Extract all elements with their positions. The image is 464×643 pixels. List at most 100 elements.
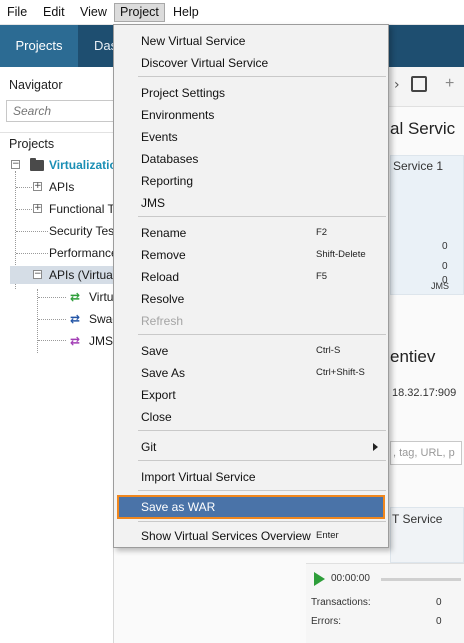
services-search-input[interactable]: , tag, URL, p bbox=[390, 441, 462, 465]
menu-item-label: Discover Virtual Service bbox=[141, 56, 269, 70]
expand-icon[interactable]: + bbox=[33, 204, 42, 213]
menu-item-label: Events bbox=[141, 130, 178, 144]
tree-item-functional-tests[interactable]: + Functional T bbox=[0, 200, 115, 218]
menu-view[interactable]: View bbox=[80, 4, 107, 23]
navigator-search-input[interactable] bbox=[6, 100, 114, 122]
menu-separator bbox=[138, 216, 386, 217]
menu-item-project-settings[interactable]: Project Settings bbox=[115, 82, 387, 104]
menu-shortcut: F2 bbox=[316, 227, 328, 238]
save-icon[interactable] bbox=[411, 76, 427, 92]
tree-item-label: Functional T bbox=[49, 202, 115, 216]
menu-item-reporting[interactable]: Reporting bbox=[115, 170, 387, 192]
jms-service-icon: ⇄ bbox=[70, 334, 81, 348]
search-hint: , tag, URL, p bbox=[393, 447, 455, 459]
menu-item-save[interactable]: Save Ctrl-S bbox=[115, 340, 387, 362]
tree-item-apis-virtual[interactable]: − APIs (Virtua bbox=[10, 266, 114, 284]
user-name: entiev bbox=[390, 347, 436, 366]
tree-item-label: Performance bbox=[49, 246, 118, 260]
menu-separator bbox=[138, 76, 386, 77]
menu-item-discover-virtual-service[interactable]: Discover Virtual Service bbox=[115, 52, 387, 74]
menu-item-show-virtual-services-overview[interactable]: Show Virtual Services Overview Enter bbox=[115, 525, 387, 547]
menu-item-label: Databases bbox=[141, 152, 199, 166]
menu-file[interactable]: File bbox=[7, 4, 27, 23]
expand-icon[interactable]: + bbox=[33, 182, 42, 191]
menu-item-jms[interactable]: JMS bbox=[115, 192, 387, 214]
service-stats-panel: Service 1 bbox=[390, 155, 464, 295]
tree-item-security-tests[interactable]: Security Tes bbox=[0, 222, 114, 240]
menu-shortcut: Ctrl+Shift-S bbox=[316, 367, 365, 378]
menu-item-label: Git bbox=[141, 440, 157, 454]
elapsed-time: 00:00:00 bbox=[331, 573, 370, 584]
tree-item-label: JMS bbox=[89, 334, 113, 348]
service-runner-panel: 00:00:00 Transactions: 0 Errors: 0 bbox=[306, 563, 464, 643]
menu-item-label: Rename bbox=[141, 226, 187, 240]
progress-track bbox=[381, 578, 461, 581]
tab-projects[interactable]: Projects bbox=[0, 25, 78, 67]
service-card[interactable]: T Service bbox=[390, 507, 464, 563]
menu-item-reload[interactable]: Reload F5 bbox=[115, 266, 387, 288]
menu-separator bbox=[138, 430, 386, 431]
menu-item-events[interactable]: Events bbox=[115, 126, 387, 148]
axis-label: 0 bbox=[442, 241, 448, 252]
menu-item-save-as-war[interactable]: Save as WAR bbox=[117, 495, 385, 519]
tree-item-label: Security Tes bbox=[49, 224, 115, 238]
navigator-title: Navigator bbox=[9, 78, 63, 92]
tree-item-project[interactable]: − Virtualization bbox=[0, 156, 124, 174]
menu-separator bbox=[138, 521, 386, 522]
add-icon[interactable]: + bbox=[445, 75, 454, 93]
tree-item-label: APIs bbox=[49, 180, 75, 194]
tree-item-jms-service[interactable]: ⇄ JMS bbox=[0, 332, 114, 350]
menu-help[interactable]: Help bbox=[173, 4, 199, 23]
axis-label: 0 bbox=[442, 261, 448, 272]
menu-shortcut: Enter bbox=[316, 530, 339, 541]
menu-item-label: JMS bbox=[141, 196, 165, 210]
menu-item-label: Export bbox=[141, 388, 176, 402]
menu-item-label: Import Virtual Service bbox=[141, 470, 256, 484]
menu-item-label: Project Settings bbox=[141, 86, 226, 100]
server-address: 18.32.17:909 bbox=[392, 387, 457, 399]
tree-item-performance[interactable]: Performance bbox=[0, 244, 118, 262]
back-icon[interactable]: › bbox=[394, 77, 400, 93]
menu-item-import-virtual-service[interactable]: Import Virtual Service bbox=[115, 466, 387, 488]
menu-item-label: Save as WAR bbox=[141, 500, 216, 514]
menu-item-label: Remove bbox=[141, 248, 186, 262]
tree-item-label: APIs (Virtua bbox=[49, 268, 113, 282]
menu-item-save-as[interactable]: Save As Ctrl+Shift-S bbox=[115, 362, 387, 384]
transactions-label: Transactions: bbox=[311, 597, 371, 608]
menu-item-label: Reload bbox=[141, 270, 180, 284]
menu-item-rename[interactable]: Rename F2 bbox=[115, 222, 387, 244]
service-heading: al Servic bbox=[390, 119, 456, 138]
menu-item-close[interactable]: Close bbox=[115, 406, 387, 428]
tree-item-virtual-service[interactable]: ⇄ Virtu bbox=[0, 288, 114, 306]
menu-item-resolve[interactable]: Resolve bbox=[115, 288, 387, 310]
menu-item-label: Environments bbox=[141, 108, 215, 122]
menu-shortcut: Ctrl-S bbox=[316, 345, 341, 356]
menu-item-databases[interactable]: Databases bbox=[115, 148, 387, 170]
collapse-icon[interactable]: − bbox=[11, 160, 20, 169]
menu-separator bbox=[138, 490, 386, 491]
collapse-icon[interactable]: − bbox=[33, 270, 42, 279]
play-icon[interactable] bbox=[314, 572, 325, 586]
axis-label: JMS bbox=[431, 281, 449, 291]
menu-shortcut: F5 bbox=[316, 271, 328, 282]
navigator-panel: Navigator Projects − Virtualization + AP… bbox=[0, 67, 124, 643]
tree-item-apis[interactable]: + APIs bbox=[0, 178, 114, 196]
menu-item-refresh: Refresh bbox=[115, 310, 387, 332]
service-name: T Service bbox=[392, 512, 443, 526]
menu-project[interactable]: Project bbox=[114, 3, 165, 22]
transactions-value: 0 bbox=[436, 597, 442, 608]
swagger-service-icon: ⇄ bbox=[70, 312, 81, 326]
tree-item-label: Virtu bbox=[89, 290, 114, 304]
menu-item-export[interactable]: Export bbox=[115, 384, 387, 406]
tree-item-swagger-service[interactable]: ⇄ Swag bbox=[0, 310, 119, 328]
menu-item-label: Save As bbox=[141, 366, 186, 380]
menu-item-git[interactable]: Git bbox=[115, 436, 387, 458]
menu-item-new-virtual-service[interactable]: New Virtual Service bbox=[115, 30, 387, 52]
menu-item-label: Reporting bbox=[141, 174, 194, 188]
menu-item-label: Resolve bbox=[141, 292, 185, 306]
menu-item-environments[interactable]: Environments bbox=[115, 104, 387, 126]
errors-label: Errors: bbox=[311, 616, 341, 627]
project-menu-dropdown: New Virtual Service Discover Virtual Ser… bbox=[113, 24, 389, 548]
menu-edit[interactable]: Edit bbox=[43, 4, 65, 23]
menu-item-remove[interactable]: Remove Shift-Delete bbox=[115, 244, 387, 266]
